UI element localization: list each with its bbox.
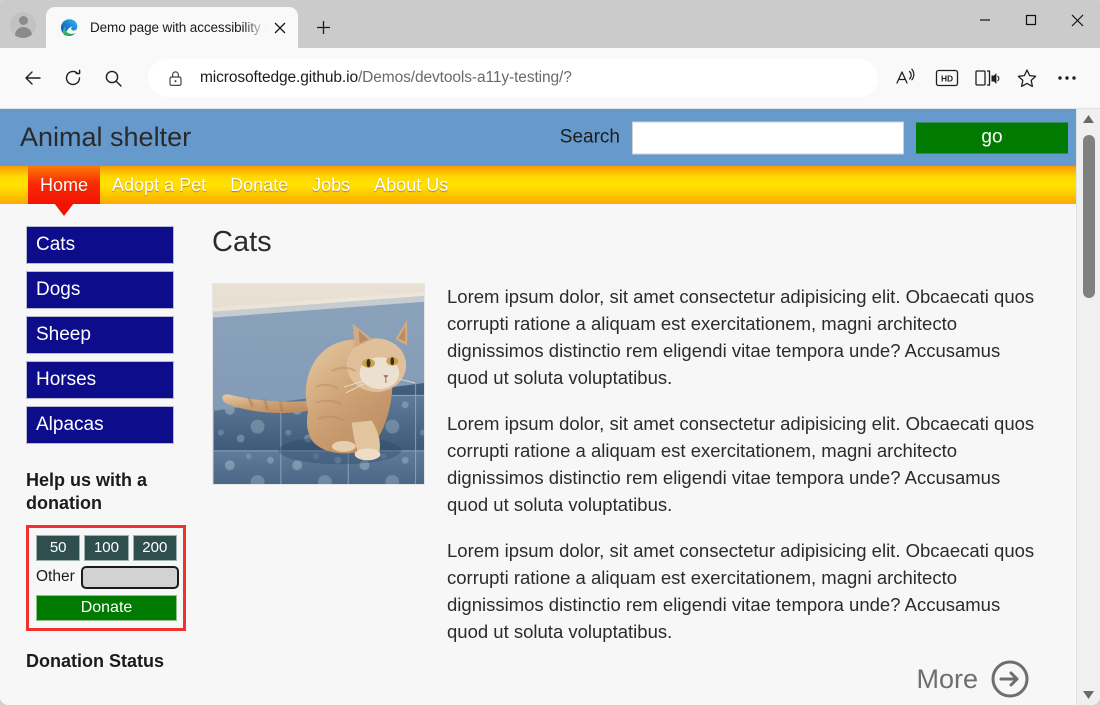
back-button-icon[interactable] [14, 59, 52, 97]
search-icon[interactable] [94, 59, 132, 97]
page-scrollbar[interactable] [1076, 109, 1100, 705]
paragraph: Lorem ipsum dolor, sit amet consectetur … [447, 413, 1035, 515]
cat-photo [212, 283, 425, 485]
donation-status-heading: Donation Status [26, 650, 164, 671]
tab-title: Demo page with accessibility issu [90, 20, 268, 35]
more-settings-icon[interactable] [1048, 59, 1086, 97]
donation-other-input[interactable] [80, 565, 179, 589]
paragraph: Lorem ipsum dolor, sit amet consectetur … [447, 540, 1035, 642]
close-window-button[interactable] [1054, 0, 1100, 40]
nav-item-donate[interactable]: Donate [218, 166, 300, 204]
article: Lorem ipsum dolor, sit amet consectetur … [212, 283, 1036, 645]
nav-item-label: Adopt a Pet [112, 174, 207, 195]
search-label: Search [559, 126, 620, 148]
sidebar-item-dogs[interactable]: Dogs [26, 271, 174, 309]
site-nav: Home Adopt a Pet Donate Jobs About Us [0, 166, 1076, 216]
donation-form: 50 100 200 Other Donate [26, 524, 186, 631]
arrow-right-circle-icon [990, 659, 1030, 699]
more-link[interactable]: More [212, 659, 1036, 699]
donation-heading: Help us with a donation [26, 470, 148, 513]
new-tab-button[interactable] [306, 10, 340, 44]
browser-window: Demo page with accessibility issu [0, 0, 1100, 705]
donation-other-label: Other [36, 568, 75, 586]
toolbar-actions: HD [888, 59, 1086, 97]
donation-amount-200[interactable]: 200 [132, 534, 177, 561]
sidebar-item-alpacas[interactable]: Alpacas [26, 406, 174, 444]
donate-button[interactable]: Donate [36, 594, 177, 621]
search-go-button[interactable]: go [916, 122, 1068, 153]
scrollbar-track[interactable] [1077, 129, 1100, 685]
address-bar[interactable]: microsoftedge.github.io/Demos/devtools-a… [148, 59, 878, 97]
immersive-reader-icon[interactable] [968, 59, 1006, 97]
sidebar-item-sheep[interactable]: Sheep [26, 316, 174, 354]
site-body: Cats Dogs Sheep Horses Alpacas Help us w… [0, 204, 1076, 699]
scroll-up-arrow-icon[interactable] [1077, 109, 1100, 129]
address-bar-url: microsoftedge.github.io/Demos/devtools-a… [200, 69, 572, 87]
nav-item-adopt-a-pet[interactable]: Adopt a Pet [100, 166, 218, 204]
maximize-button[interactable] [1008, 0, 1054, 40]
url-path: /Demos/devtools-a11y-testing/? [357, 69, 572, 86]
nav-item-jobs[interactable]: Jobs [300, 166, 362, 204]
nav-item-label: Donate [230, 174, 289, 195]
site-title: Animal shelter [20, 122, 192, 152]
article-paragraphs: Lorem ipsum dolor, sit amet consectetur … [447, 283, 1036, 645]
avatar [10, 12, 36, 38]
nav-item-label: About Us [374, 174, 449, 195]
minimize-button[interactable] [962, 0, 1008, 40]
window-controls [962, 0, 1100, 40]
page-title: Cats [212, 226, 272, 258]
sidebar-item-horses[interactable]: Horses [26, 361, 174, 399]
svg-text:HD: HD [941, 74, 953, 84]
scroll-down-arrow-icon[interactable] [1077, 685, 1100, 705]
hd-badge-icon[interactable]: HD [928, 59, 966, 97]
web-page: Animal shelter Search go Home Adopt a Pe… [0, 109, 1076, 705]
nav-active-pointer-icon [54, 203, 74, 216]
browser-toolbar: microsoftedge.github.io/Demos/devtools-a… [0, 48, 1100, 108]
donation-amount-50[interactable]: 50 [36, 534, 81, 561]
close-tab-icon[interactable] [268, 16, 292, 40]
donation-other-row: Other [36, 565, 179, 589]
site-search: Search go [560, 121, 1068, 154]
profile-button[interactable] [0, 4, 46, 46]
browser-titlebar: Demo page with accessibility issu [0, 0, 1100, 48]
donation-amount-100[interactable]: 100 [84, 534, 129, 561]
favorites-star-icon[interactable] [1008, 59, 1046, 97]
sidebar: Cats Dogs Sheep Horses Alpacas Help us w… [0, 226, 200, 699]
main-content: Cats Lorem ipsum dolor, sit amet consect… [200, 226, 1076, 699]
url-host: microsoftedge.github.io [200, 69, 358, 86]
browser-tab[interactable]: Demo page with accessibility issu [46, 7, 298, 48]
nav-item-label: Home [40, 174, 89, 195]
search-input[interactable] [632, 121, 904, 154]
read-aloud-icon[interactable] [888, 59, 926, 97]
lock-icon [164, 67, 186, 89]
nav-item-label: Jobs [312, 174, 351, 195]
scrollbar-thumb[interactable] [1082, 135, 1095, 298]
more-label: More [916, 663, 978, 694]
site-banner: Animal shelter Search go [0, 109, 1076, 166]
sidebar-item-cats[interactable]: Cats [26, 226, 174, 264]
edge-logo-icon [60, 18, 79, 37]
nav-item-about-us[interactable]: About Us [362, 166, 460, 204]
page-viewport: Animal shelter Search go Home Adopt a Pe… [0, 108, 1100, 705]
refresh-button-icon[interactable] [54, 59, 92, 97]
paragraph: Lorem ipsum dolor, sit amet consectetur … [447, 286, 1035, 388]
donation-amount-row: 50 100 200 [36, 534, 177, 561]
nav-item-home[interactable]: Home [28, 166, 101, 216]
